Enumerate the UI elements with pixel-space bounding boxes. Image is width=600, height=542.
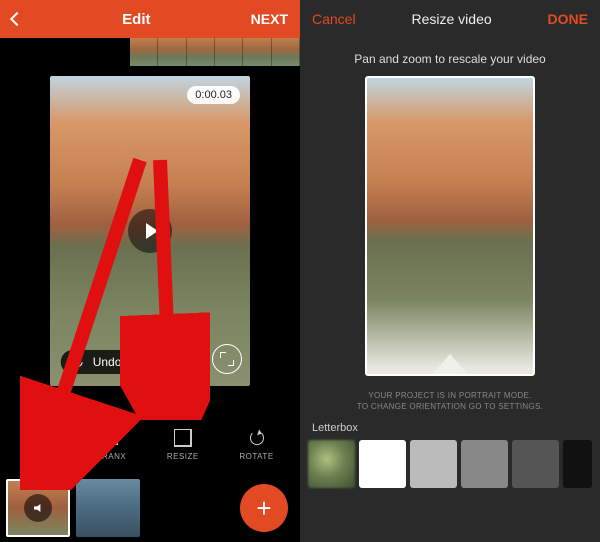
timeline-frame xyxy=(215,38,243,66)
transition-icon xyxy=(104,431,118,445)
add-clip-button[interactable]: + xyxy=(240,484,288,532)
time-badge: 0:00.03 xyxy=(187,86,240,104)
letterbox-row xyxy=(300,440,600,488)
resize-title: Resize video xyxy=(411,11,491,27)
edit-header: Edit NEXT xyxy=(0,0,300,38)
rotate-icon xyxy=(250,431,264,445)
timeline-frame xyxy=(243,38,271,66)
resize-canvas[interactable] xyxy=(365,76,535,376)
undo-delete-pill: Undo Delete xyxy=(61,350,198,374)
speed-icon xyxy=(34,431,48,445)
timeline-frame xyxy=(130,38,158,66)
letterbox-black[interactable] xyxy=(563,440,592,488)
resize-icon xyxy=(176,431,190,445)
delete-icon xyxy=(131,357,141,367)
orientation-note-line2: TO CHANGE ORIENTATION GO TO SETTINGS. xyxy=(300,401,600,412)
edit-screen: Edit NEXT 0:00.03 Undo Delete xyxy=(0,0,300,542)
video-preview[interactable]: 0:00.03 Undo Delete xyxy=(50,76,250,386)
letterbox-blur[interactable] xyxy=(308,440,355,488)
resize-hint: Pan and zoom to rescale your video xyxy=(300,38,600,76)
play-button[interactable] xyxy=(128,209,172,253)
resize-screen: Cancel Resize video DONE Pan and zoom to… xyxy=(300,0,600,542)
undo-button[interactable]: Undo xyxy=(93,355,122,369)
edit-title: Edit xyxy=(122,11,150,28)
timeline[interactable] xyxy=(0,38,300,66)
delete-button[interactable]: Delete xyxy=(151,355,186,369)
preview-area: 0:00.03 Undo Delete xyxy=(0,66,300,387)
orientation-note: YOUR PROJECT IS IN PORTRAIT MODE. TO CHA… xyxy=(300,390,600,412)
undo-icon xyxy=(71,355,85,369)
tool-rotate[interactable]: ROTATE xyxy=(239,428,273,461)
letterbox-lightgray[interactable] xyxy=(410,440,457,488)
fullscreen-icon xyxy=(222,354,232,364)
fullscreen-button[interactable] xyxy=(212,344,242,374)
tool-label: ROTATE xyxy=(239,452,273,461)
cancel-button[interactable]: Cancel xyxy=(312,11,356,27)
letterbox-white[interactable] xyxy=(359,440,406,488)
orientation-note-line1: YOUR PROJECT IS IN PORTRAIT MODE. xyxy=(300,390,600,401)
tool-label: SPEED xyxy=(26,452,56,461)
volume-icon xyxy=(34,504,42,512)
tool-resize[interactable]: RESIZE xyxy=(167,428,199,461)
done-button[interactable]: DONE xyxy=(548,11,588,27)
timeline-strip[interactable] xyxy=(130,38,300,66)
clip-tray: + xyxy=(0,474,300,542)
next-button[interactable]: NEXT xyxy=(251,11,288,27)
tool-label: TRANX xyxy=(97,452,127,461)
timeline-frame xyxy=(272,38,300,66)
volume-button[interactable] xyxy=(24,494,52,522)
back-icon[interactable] xyxy=(10,12,24,26)
tool-row: SPEED TRANX RESIZE ROTATE xyxy=(0,416,300,472)
timeline-frame xyxy=(187,38,215,66)
clip-thumb-2[interactable] xyxy=(76,479,140,537)
tool-label: RESIZE xyxy=(167,452,199,461)
tool-tranx[interactable]: TRANX xyxy=(97,428,127,461)
timeline-frame xyxy=(158,38,186,66)
play-icon xyxy=(146,223,158,239)
clip-thumb-1[interactable] xyxy=(6,479,70,537)
resize-header: Cancel Resize video DONE xyxy=(300,0,600,38)
letterbox-label: Letterbox xyxy=(300,412,600,440)
tool-speed[interactable]: SPEED xyxy=(26,428,56,461)
letterbox-darkgray[interactable] xyxy=(512,440,559,488)
letterbox-gray[interactable] xyxy=(461,440,508,488)
